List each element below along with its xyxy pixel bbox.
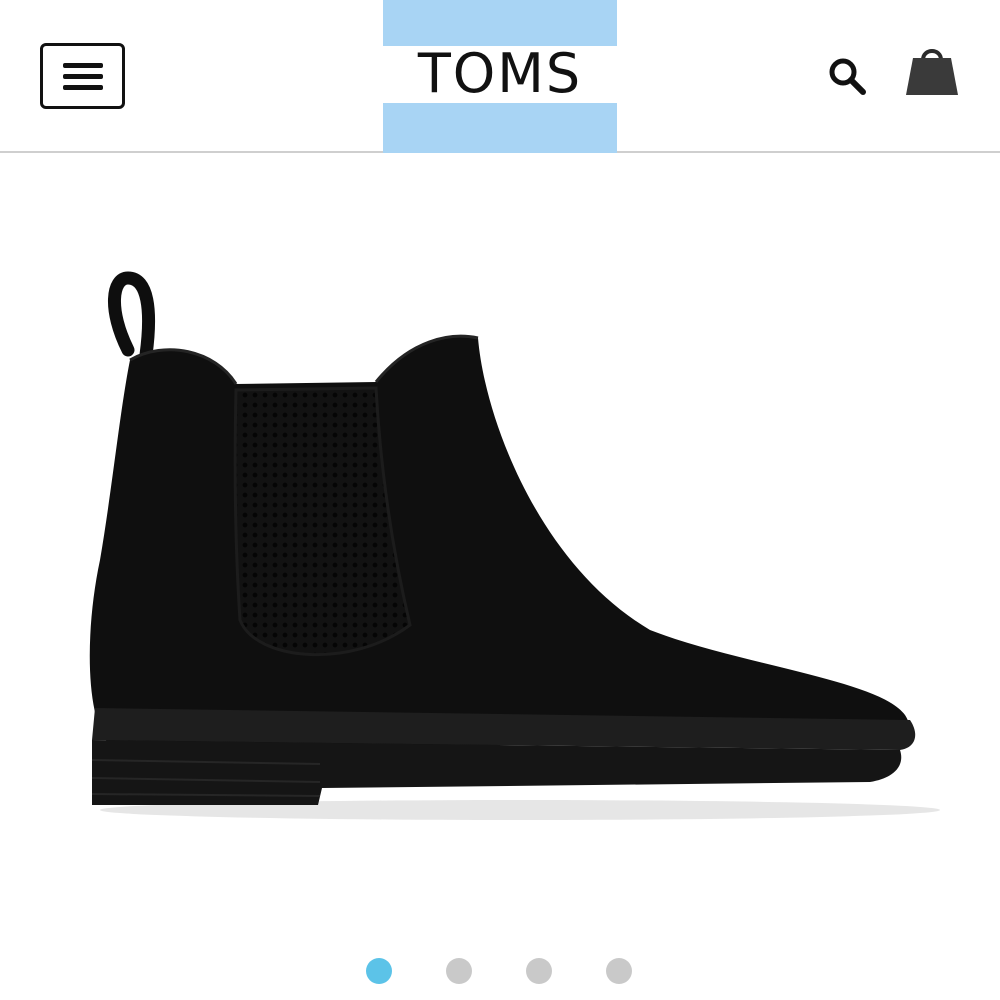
product-page: TOMS [0, 0, 1000, 1000]
logo-stripe-top [383, 0, 617, 46]
shopping-bag-icon [906, 49, 958, 95]
menu-button[interactable] [40, 43, 125, 109]
carousel-dot-3[interactable] [526, 958, 552, 984]
product-image[interactable] [0, 160, 1000, 940]
logo-text: TOMS [417, 42, 583, 105]
hamburger-menu-icon-bottom [63, 85, 103, 90]
carousel-dot-4[interactable] [606, 958, 632, 984]
cart-button[interactable] [903, 40, 961, 100]
carousel-pagination [0, 958, 1000, 986]
hamburger-menu-icon [63, 63, 103, 68]
carousel-dot-2[interactable] [446, 958, 472, 984]
carousel-dot-1[interactable] [366, 958, 392, 984]
search-button[interactable] [824, 53, 872, 101]
brand-logo[interactable]: TOMS [383, 0, 617, 153]
search-icon [829, 58, 866, 95]
logo-stripe-bottom [383, 103, 617, 153]
hamburger-menu-icon-middle [63, 74, 103, 79]
chelsea-boot-image [89, 271, 940, 820]
site-header: TOMS [0, 0, 1000, 153]
